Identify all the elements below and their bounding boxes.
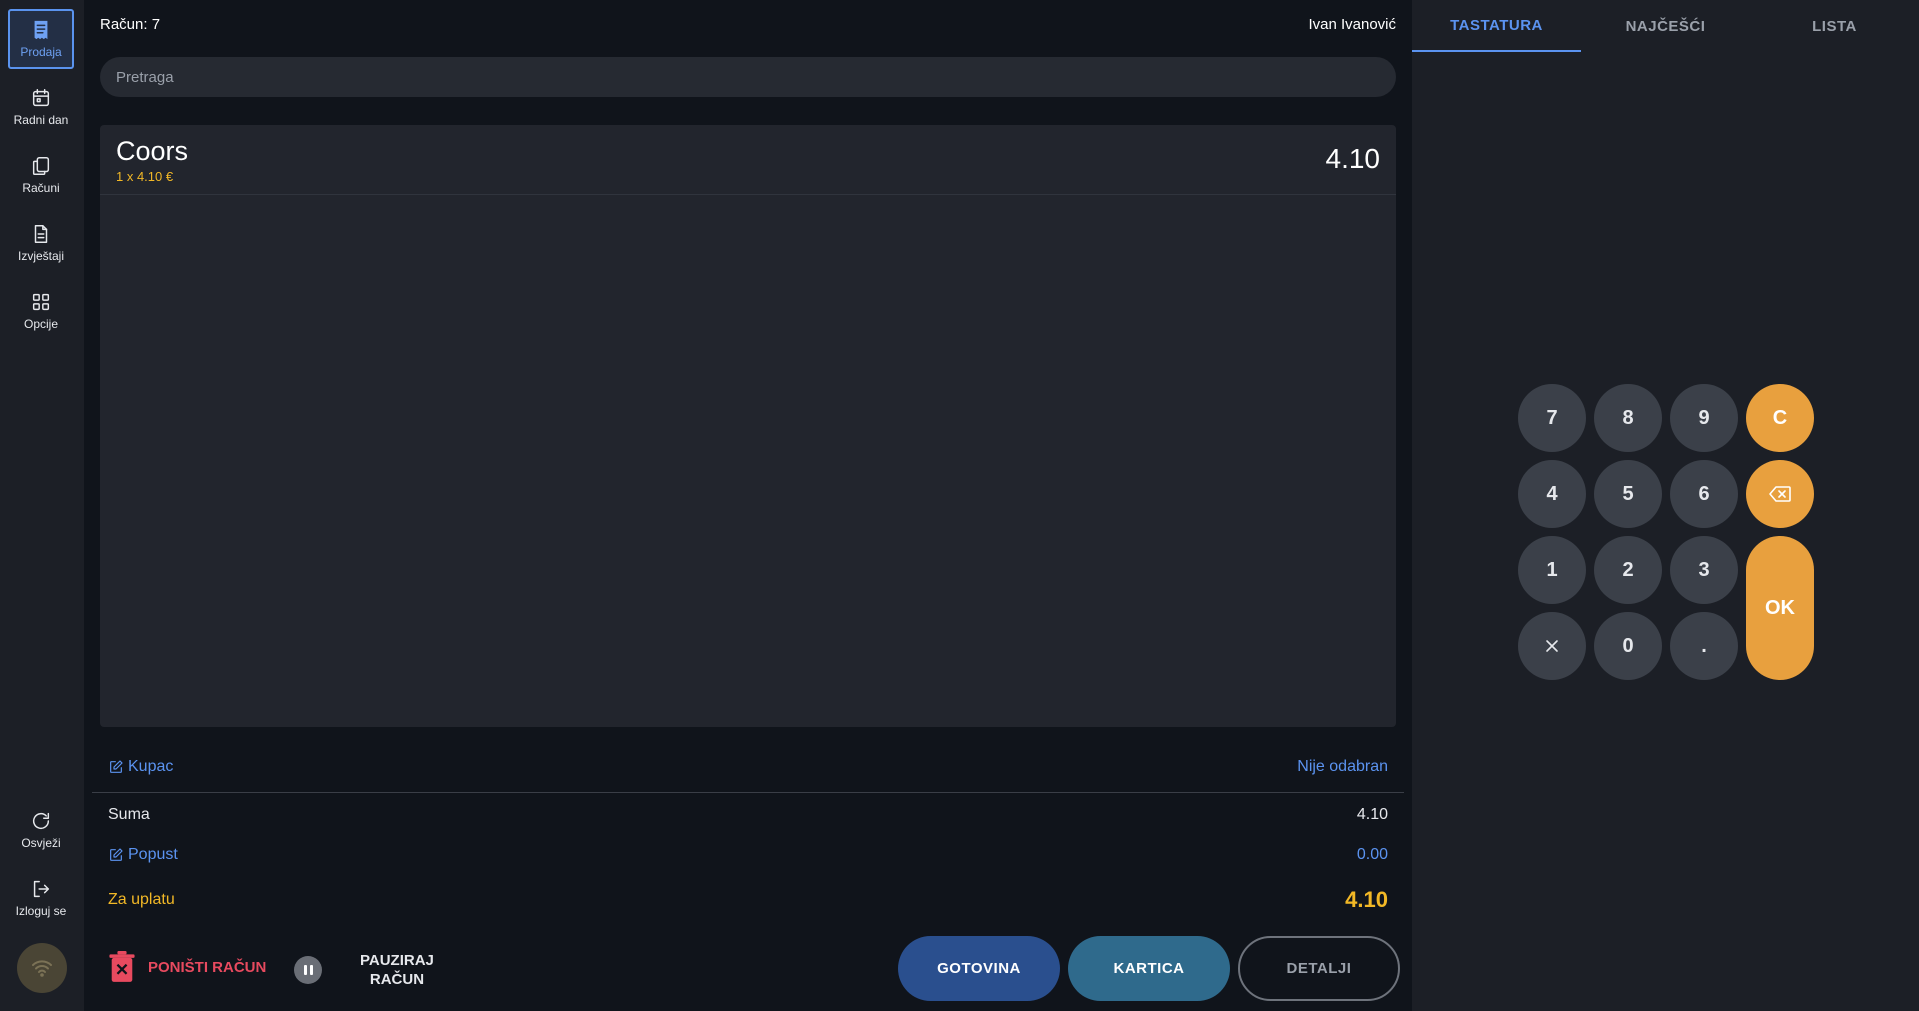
- customer-value[interactable]: Nije odabran: [1297, 758, 1388, 776]
- report-icon: [34, 225, 48, 243]
- customer-row: Kupac Nije odabran: [108, 758, 1388, 776]
- key-7[interactable]: 7: [1518, 384, 1586, 452]
- tab-tastatura[interactable]: TASTATURA: [1412, 0, 1581, 52]
- details-button[interactable]: DETALJI: [1238, 936, 1400, 1001]
- pause-icon: [294, 956, 322, 984]
- receipt-items-list: Coors 1 x 4.10 € 4.10: [100, 125, 1396, 727]
- receipt-number: Račun: 7: [100, 16, 161, 33]
- sidebar: Prodaja Radni dan Računi Izvještaji Opci…: [0, 0, 84, 1011]
- documents-icon: [32, 157, 50, 175]
- sidebar-item-radni-dan[interactable]: Radni dan: [8, 77, 74, 137]
- key-decimal[interactable]: .: [1670, 612, 1738, 680]
- refresh-button[interactable]: Osvježi: [8, 800, 74, 860]
- ok-key[interactable]: OK: [1746, 536, 1814, 680]
- key-1[interactable]: 1: [1518, 536, 1586, 604]
- cancel-receipt-label: PONIŠTI RAČUN: [148, 958, 267, 976]
- discount-button[interactable]: Popust: [108, 846, 178, 864]
- key-4[interactable]: 4: [1518, 460, 1586, 528]
- search-input[interactable]: [100, 57, 1396, 97]
- sidebar-item-label: Izvještaji: [17, 249, 64, 263]
- tab-najcesci[interactable]: NAJČEŠĆI: [1581, 0, 1750, 52]
- customer-button[interactable]: Kupac: [108, 758, 173, 776]
- user-name: Ivan Ivanović: [1308, 16, 1396, 33]
- multiply-key[interactable]: [1518, 612, 1586, 680]
- close-icon: [1546, 640, 1558, 652]
- refresh-label: Osvježi: [21, 836, 61, 850]
- key-9[interactable]: 9: [1670, 384, 1738, 452]
- key-2[interactable]: 2: [1594, 536, 1662, 604]
- key-6[interactable]: 6: [1670, 460, 1738, 528]
- sum-row: Suma 4.10: [108, 806, 1388, 824]
- cancel-receipt-button[interactable]: PONIŠTI RAČUN: [108, 951, 266, 983]
- wifi-icon: [32, 960, 52, 977]
- to-pay-row: Za uplatu 4.10: [108, 887, 1388, 913]
- sidebar-item-opcije[interactable]: Opcije: [8, 281, 74, 341]
- backspace-icon: [1769, 486, 1791, 502]
- receipt-item-row[interactable]: Coors 1 x 4.10 € 4.10: [100, 125, 1396, 195]
- sidebar-item-label: Računi: [22, 181, 60, 195]
- edit-icon: [110, 848, 123, 861]
- discount-label: Popust: [128, 846, 178, 863]
- input-panel: TASTATURA NAJČEŠĆI LISTA 7 8 9 C 4 5 6 1…: [1412, 0, 1919, 1011]
- receipt-header: Račun: 7 Ivan Ivanović: [100, 16, 1396, 33]
- item-total: 4.10: [1325, 143, 1381, 174]
- sidebar-item-racuni[interactable]: Računi: [8, 145, 74, 205]
- key-3[interactable]: 3: [1670, 536, 1738, 604]
- customer-label: Kupac: [128, 758, 174, 775]
- backspace-key[interactable]: [1746, 460, 1814, 528]
- sidebar-item-prodaja[interactable]: Prodaja: [8, 9, 74, 69]
- cash-button[interactable]: GOTOVINA: [898, 936, 1060, 1001]
- input-tabs: TASTATURA NAJČEŠĆI LISTA: [1412, 0, 1919, 52]
- logout-icon: [33, 880, 50, 898]
- sum-label: Suma: [108, 806, 150, 823]
- key-5[interactable]: 5: [1594, 460, 1662, 528]
- logout-label: Izloguj se: [15, 904, 67, 918]
- tab-lista[interactable]: LISTA: [1750, 0, 1919, 52]
- sum-value: 4.10: [1356, 806, 1388, 823]
- to-pay-value: 4.10: [1345, 887, 1388, 912]
- grid-icon: [32, 293, 50, 311]
- trash-icon: [109, 951, 135, 982]
- pause-receipt-label: PAUZIRAJ RAČUN: [360, 952, 434, 988]
- discount-value: 0.00: [1356, 846, 1388, 863]
- connection-status[interactable]: [17, 943, 67, 993]
- clear-key[interactable]: C: [1746, 384, 1814, 452]
- edit-icon: [110, 760, 123, 773]
- sidebar-item-label: Opcije: [23, 317, 58, 331]
- item-quantity: 1 x 4.10 €: [116, 169, 174, 184]
- pause-receipt-button[interactable]: PAUZIRAJ RAČUN: [294, 951, 434, 989]
- to-pay-label: Za uplatu: [108, 891, 175, 908]
- sidebar-item-izvjestaji[interactable]: Izvještaji: [8, 213, 74, 273]
- refresh-icon: [32, 812, 50, 830]
- item-name: Coors: [116, 136, 189, 166]
- sidebar-item-label: Prodaja: [20, 45, 62, 59]
- receipt-icon: [34, 20, 48, 40]
- key-0[interactable]: 0: [1594, 612, 1662, 680]
- discount-row: Popust 0.00: [108, 846, 1388, 864]
- divider: [92, 792, 1404, 793]
- sidebar-item-label: Radni dan: [13, 113, 69, 127]
- calendar-icon: [32, 89, 50, 107]
- key-8[interactable]: 8: [1594, 384, 1662, 452]
- logout-button[interactable]: Izloguj se: [8, 868, 74, 928]
- card-button[interactable]: KARTICA: [1068, 936, 1230, 1001]
